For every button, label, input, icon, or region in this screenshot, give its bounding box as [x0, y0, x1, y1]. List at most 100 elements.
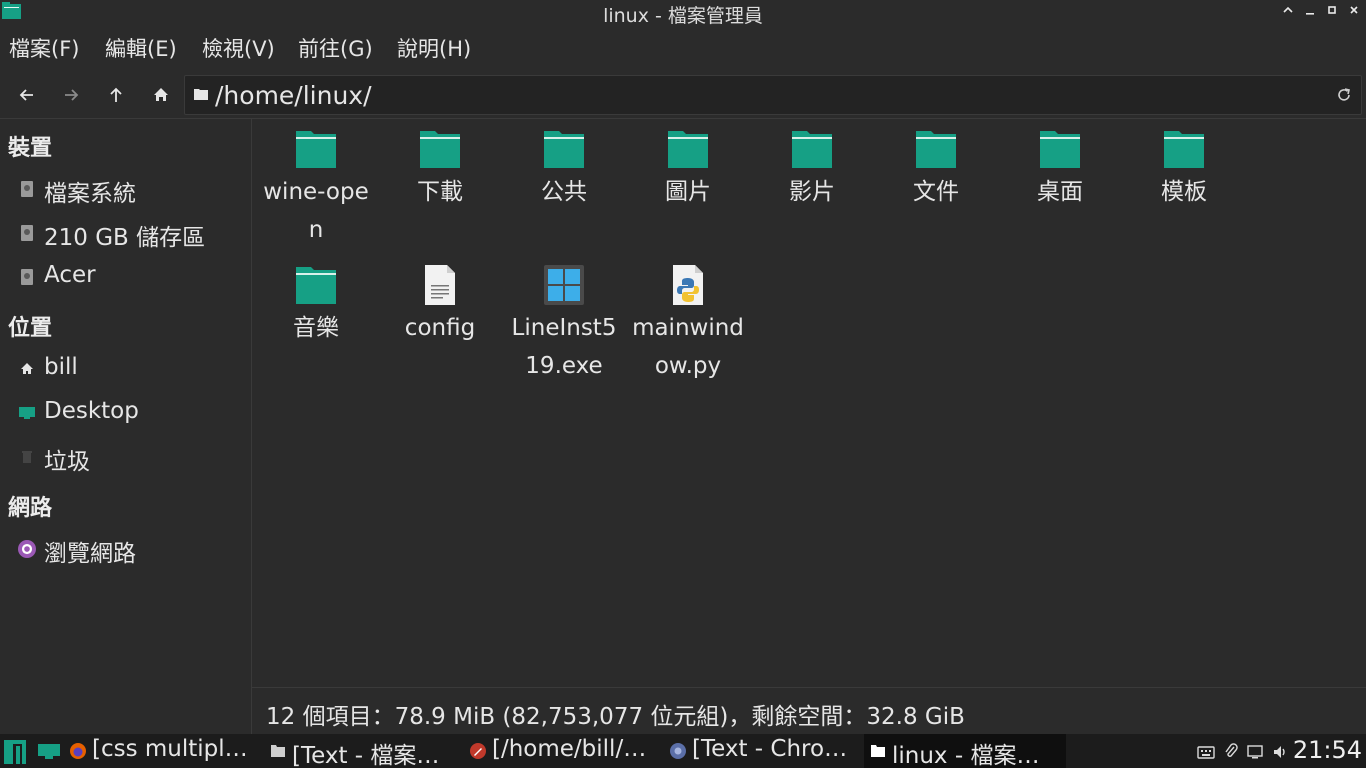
- folder-icon: [420, 131, 460, 168]
- editor-icon: [470, 743, 486, 759]
- file-name: 下載: [417, 179, 463, 205]
- sidebar-header-devices: 裝置: [8, 136, 53, 161]
- back-icon: [19, 89, 33, 101]
- sidebar-item-trash[interactable]: 垃圾: [0, 438, 250, 478]
- folder-icon: [544, 131, 584, 168]
- sidebar-item-label: 瀏覽網路: [44, 541, 136, 567]
- sidebar-header-places: 位置: [8, 316, 53, 341]
- folder-icon: [1040, 131, 1080, 168]
- sidebar-item-browse-network[interactable]: 瀏覽網路: [0, 530, 250, 570]
- file-item[interactable]: 音樂: [254, 255, 378, 347]
- file-view: wine-open 下載 公共 圖片 影片 文件 桌面 模板 音樂 config…: [252, 119, 1366, 687]
- folder-icon: [296, 267, 336, 304]
- file-item[interactable]: 桌面: [998, 119, 1122, 211]
- status-text: 12 個項目：78.9 MiB (82,753,077 位元組)，剩餘空間：32…: [266, 704, 965, 730]
- folder-icon: [792, 131, 832, 168]
- sidebar-item-filesystem[interactable]: 檔案系統: [0, 170, 250, 210]
- shade-button[interactable]: [1278, 2, 1298, 22]
- folder-icon: [871, 745, 885, 757]
- home-button[interactable]: [148, 82, 174, 108]
- task-file-manager-active[interactable]: linux - 檔案…: [864, 734, 1066, 768]
- clock[interactable]: 21:54: [1293, 736, 1362, 764]
- file-item[interactable]: 文件: [874, 119, 998, 211]
- task-file-manager[interactable]: [Text - 檔案…: [264, 734, 462, 768]
- file-item[interactable]: 影片: [750, 119, 874, 211]
- show-desktop-icon[interactable]: [38, 744, 60, 760]
- file-name: 文件: [913, 179, 959, 205]
- menu-edit[interactable]: 編輯(E): [105, 33, 177, 63]
- sidebar-item-label: bill: [44, 354, 78, 380]
- task-label: linux - 檔案…: [892, 743, 1040, 768]
- window-title: linux - 檔案管理員: [603, 5, 763, 27]
- desktop-icon: [19, 407, 35, 419]
- file-item[interactable]: config: [378, 255, 502, 347]
- chrome-icon: [670, 743, 686, 759]
- title-bar: linux - 檔案管理員: [0, 0, 1366, 28]
- drive-icon: [21, 269, 33, 285]
- sidebar-item-label: Acer: [44, 262, 96, 288]
- paperclip-icon[interactable]: [1222, 743, 1240, 761]
- folder-icon: [296, 131, 336, 168]
- text-file-icon: [425, 265, 455, 305]
- file-name: config: [404, 315, 476, 341]
- file-item[interactable]: mainwindow.py: [626, 255, 750, 385]
- menu-view[interactable]: 檢視(V): [202, 33, 275, 63]
- display-icon[interactable]: [1246, 743, 1264, 761]
- file-name: 桌面: [1037, 179, 1083, 205]
- close-icon: [1350, 6, 1358, 14]
- file-item[interactable]: 模板: [1122, 119, 1246, 211]
- close-button[interactable]: [1344, 2, 1364, 22]
- start-menu-icon[interactable]: [4, 740, 26, 764]
- menu-go[interactable]: 前往(G): [298, 33, 373, 63]
- folder-icon: [194, 89, 208, 100]
- up-button[interactable]: [103, 82, 129, 108]
- network-icon: [18, 540, 36, 558]
- up-arrow-icon: [110, 87, 122, 102]
- file-name: 模板: [1161, 179, 1207, 205]
- trash-icon: [22, 451, 32, 463]
- keyboard-icon[interactable]: [1197, 743, 1215, 761]
- forward-icon: [65, 89, 79, 101]
- chevron-up-icon: [1283, 6, 1293, 13]
- sidebar-item-label: 垃圾: [44, 449, 90, 475]
- sidebar-item-storage-210gb[interactable]: 210 GB 儲存區: [0, 214, 250, 254]
- firefox-icon: [70, 743, 86, 759]
- menu-file[interactable]: 檔案(F): [9, 33, 79, 63]
- volume-icon[interactable]: [1271, 743, 1289, 761]
- task-chrome[interactable]: [Text - Chro…: [664, 734, 862, 768]
- file-name: 圖片: [665, 179, 711, 205]
- folder-icon: [271, 745, 285, 757]
- minimize-button[interactable]: [1300, 2, 1320, 22]
- taskbar: [css multipl… [Text - 檔案… [/home/bill/… …: [0, 734, 1366, 768]
- folder-icon: [1164, 131, 1204, 168]
- forward-button[interactable]: [58, 82, 84, 108]
- sidebar-item-desktop[interactable]: Desktop: [0, 394, 250, 434]
- location-bar: [184, 75, 1362, 115]
- file-item[interactable]: 圖片: [626, 119, 750, 211]
- task-firefox[interactable]: [css multipl…: [64, 734, 262, 768]
- file-item[interactable]: LineInst519.exe: [502, 255, 626, 385]
- task-editor[interactable]: [/home/bill/…: [464, 734, 662, 768]
- python-file-icon: [673, 265, 703, 305]
- refresh-icon[interactable]: [1335, 86, 1353, 104]
- file-name: wine-open: [263, 179, 369, 243]
- menu-help[interactable]: 說明(H): [397, 33, 471, 63]
- sidebar-item-acer[interactable]: Acer: [0, 258, 250, 298]
- file-item[interactable]: 下載: [378, 119, 502, 211]
- home-icon: [154, 88, 168, 101]
- maximize-button[interactable]: [1322, 2, 1342, 22]
- task-label: [Text - Chro…: [692, 736, 848, 762]
- task-label: [Text - 檔案…: [292, 743, 440, 768]
- file-name: 公共: [541, 179, 587, 205]
- menu-bar: 檔案(F) 編輯(E) 檢視(V) 前往(G) 說明(H): [0, 30, 1366, 68]
- file-item[interactable]: wine-open: [254, 119, 378, 249]
- drive-icon: [21, 181, 33, 197]
- back-button[interactable]: [14, 82, 40, 108]
- sidebar-item-label: 210 GB 儲存區: [44, 225, 206, 251]
- path-input[interactable]: [215, 78, 1315, 112]
- file-item[interactable]: 公共: [502, 119, 626, 211]
- sidebar-item-home[interactable]: bill: [0, 350, 250, 390]
- minimize-icon: [1306, 13, 1314, 15]
- drive-icon: [21, 225, 33, 241]
- exe-file-icon: [544, 265, 584, 305]
